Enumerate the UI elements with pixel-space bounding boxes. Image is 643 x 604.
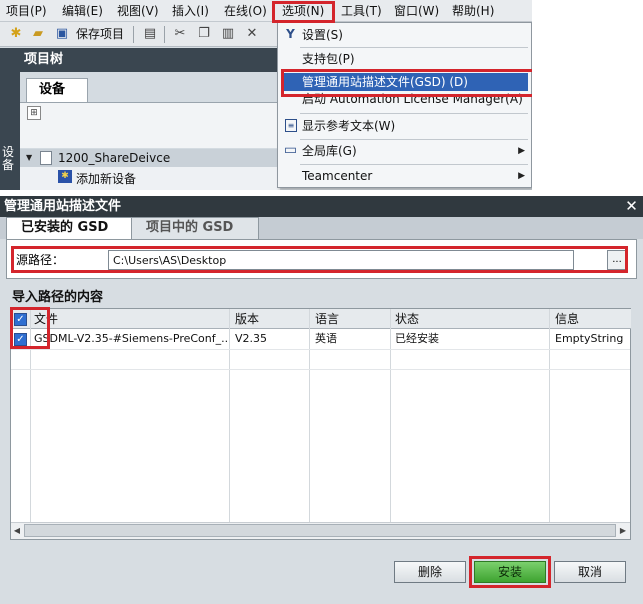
save-icon[interactable]: ▣: [54, 26, 70, 42]
close-button[interactable]: ✕: [623, 198, 640, 215]
menu-help[interactable]: 帮助(H): [452, 0, 494, 22]
highlight-install-button: [469, 556, 551, 588]
wrench-icon: Y: [286, 27, 295, 41]
cell-status: 已经安装: [395, 332, 439, 345]
column-divider: [309, 309, 310, 522]
menu-window[interactable]: 窗口(W): [394, 0, 439, 22]
column-header-version[interactable]: 版本: [235, 309, 259, 329]
tree-item-add-device[interactable]: 添加新设备: [76, 170, 136, 187]
tree-item-project[interactable]: 1200_ShareDeivce: [58, 151, 170, 165]
reference-text-icon: ≡: [285, 119, 297, 132]
row-divider: [11, 349, 630, 350]
column-header-language[interactable]: 语言: [315, 309, 339, 329]
cell-file: GSDML-V2.35-#Siemens-PreConf_...: [34, 332, 227, 345]
scrollbar-thumb[interactable]: [24, 524, 616, 537]
options-dropdown-menu: Y 设置(S) 支持包(P) 管理通用站描述文件(GSD) (D) 启动 Aut…: [277, 22, 532, 188]
menu-item-teamcenter[interactable]: Teamcenter ▶: [278, 165, 531, 187]
menu-view[interactable]: 视图(V): [117, 0, 159, 22]
dialog-title: 管理通用站描述文件: [0, 196, 643, 217]
tree-toolbar-area: [20, 102, 280, 148]
tab-installed-gsd[interactable]: 已安装的 GSD: [6, 217, 132, 239]
highlight-options-menu: [272, 1, 335, 23]
toolbar-separator: [133, 26, 134, 43]
delete-icon[interactable]: ✕: [244, 26, 260, 42]
menu-item-label: 显示参考文本(W): [302, 119, 396, 133]
menu-edit[interactable]: 编辑(E): [62, 0, 103, 22]
import-content-title: 导入路径的内容: [12, 290, 104, 305]
menu-online[interactable]: 在线(O): [224, 0, 267, 22]
cell-version: V2.35: [235, 332, 268, 345]
column-divider: [229, 309, 230, 522]
scroll-right-icon[interactable]: ▶: [618, 525, 628, 536]
menu-item-settings[interactable]: Y 设置(S): [278, 24, 531, 46]
print-icon[interactable]: ▤: [142, 26, 158, 42]
menu-insert[interactable]: 插入(I): [172, 0, 209, 22]
column-header-info[interactable]: 信息: [555, 309, 579, 329]
menu-item-label: 设置(S): [302, 28, 343, 42]
project-icon: [40, 151, 52, 165]
menu-tools[interactable]: 工具(T): [341, 0, 382, 22]
menu-item-label: Teamcenter: [302, 169, 373, 183]
scroll-left-icon[interactable]: ◀: [12, 525, 22, 536]
toolbar-separator: [164, 26, 165, 43]
project-tree-header: 项目树: [0, 48, 280, 72]
highlight-manage-gsd: [281, 69, 532, 97]
side-label[interactable]: 设备: [2, 146, 16, 172]
cut-icon[interactable]: ✂: [172, 26, 188, 42]
copy-icon[interactable]: ❐: [196, 26, 212, 42]
menu-item-label: 支持包(P): [302, 52, 355, 66]
cell-info: EmptyString: [555, 332, 624, 345]
tia-portal-window: 项目(P) 编辑(E) 视图(V) 插入(I) 在线(O) 选项(N) 工具(T…: [0, 0, 532, 190]
new-project-icon[interactable]: ✱: [8, 26, 24, 42]
delete-button[interactable]: 删除: [394, 561, 466, 583]
tab-project-gsd[interactable]: 项目中的 GSD: [131, 217, 259, 239]
row-divider: [11, 369, 630, 370]
tab-devices[interactable]: 设备: [26, 78, 88, 102]
open-project-icon[interactable]: ▰: [30, 26, 46, 42]
menu-item-support-packages[interactable]: 支持包(P): [278, 48, 531, 70]
paste-icon[interactable]: ▥: [220, 26, 236, 42]
column-header-status[interactable]: 状态: [395, 309, 419, 329]
column-divider: [549, 309, 550, 522]
book-icon: ▭: [283, 142, 298, 158]
save-project-button[interactable]: 保存项目: [76, 22, 124, 47]
tree-options-icon[interactable]: ⊞: [27, 106, 41, 120]
left-side-strip: [0, 72, 20, 190]
add-device-icon: ✱: [58, 170, 72, 183]
expand-arrow-icon[interactable]: ▼: [26, 153, 32, 162]
menu-item-global-libraries[interactable]: ▭ 全局库(G) ▶: [278, 140, 531, 162]
cell-language: 英语: [315, 332, 337, 345]
submenu-arrow-icon: ▶: [518, 146, 525, 156]
highlight-checkboxes: [10, 307, 50, 349]
menu-item-reference-text[interactable]: ≡ 显示参考文本(W): [278, 115, 531, 137]
column-divider: [390, 309, 391, 522]
cancel-button[interactable]: 取消: [554, 561, 626, 583]
menu-bar: 项目(P) 编辑(E) 视图(V) 插入(I) 在线(O) 选项(N) 工具(T…: [0, 0, 532, 22]
highlight-source-path: [11, 246, 628, 273]
submenu-arrow-icon: ▶: [518, 171, 525, 181]
menu-project[interactable]: 项目(P): [6, 0, 47, 22]
menu-item-label: 全局库(G): [302, 144, 357, 158]
menu-separator: [300, 113, 528, 114]
